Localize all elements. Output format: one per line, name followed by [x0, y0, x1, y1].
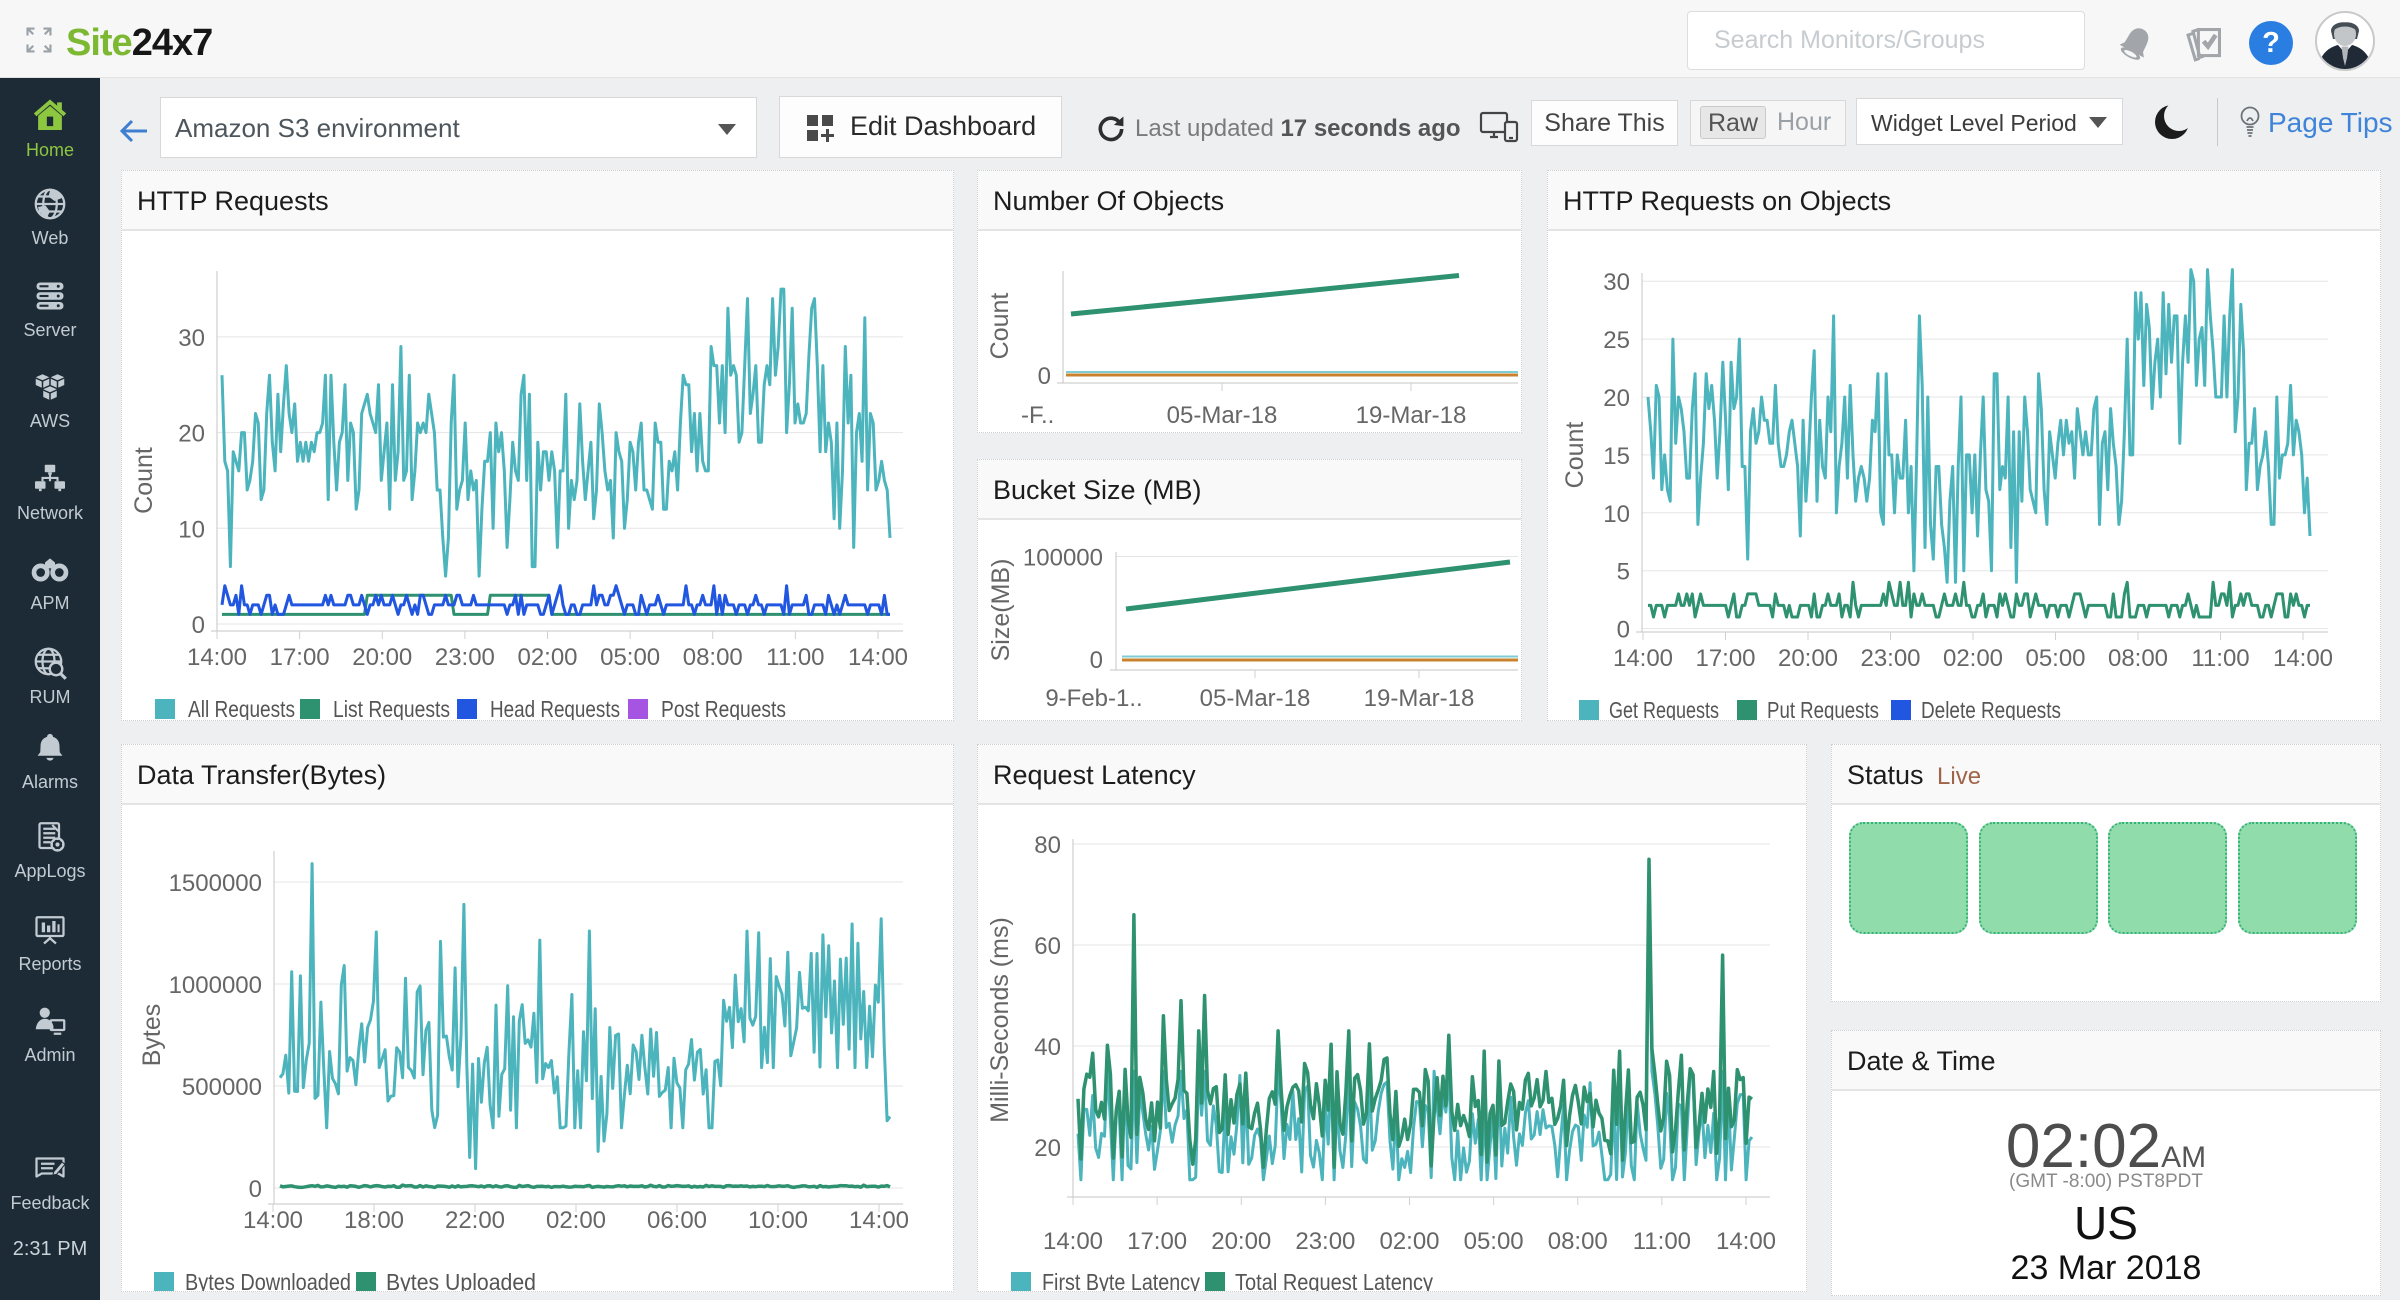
- svg-text:17:00: 17:00: [1695, 645, 1755, 672]
- svg-text:15: 15: [1603, 443, 1630, 470]
- svg-text:08:00: 08:00: [2108, 645, 2168, 672]
- svg-text:-F..: -F..: [1021, 402, 1054, 429]
- svg-text:20:00: 20:00: [1211, 1228, 1271, 1255]
- svg-text:Put Requests: Put Requests: [1767, 697, 1879, 720]
- svg-text:08:00: 08:00: [683, 644, 743, 671]
- svg-text:Size(MB): Size(MB): [987, 559, 1015, 662]
- svg-text:10: 10: [178, 516, 205, 543]
- svg-text:05-Mar-18: 05-Mar-18: [1167, 402, 1278, 429]
- svg-text:Post Requests: Post Requests: [661, 696, 786, 720]
- svg-text:14:00: 14:00: [849, 1207, 909, 1234]
- svg-text:9-Feb-1..: 9-Feb-1..: [1045, 685, 1142, 712]
- svg-text:05-Mar-18: 05-Mar-18: [1200, 685, 1311, 712]
- svg-text:20: 20: [178, 421, 205, 448]
- svg-text:14:00: 14:00: [1716, 1228, 1776, 1255]
- svg-text:20:00: 20:00: [1778, 645, 1838, 672]
- svg-text:08:00: 08:00: [1548, 1228, 1608, 1255]
- svg-text:23:00: 23:00: [1295, 1228, 1355, 1255]
- svg-text:23:00: 23:00: [1860, 645, 1920, 672]
- svg-text:05:00: 05:00: [1464, 1228, 1524, 1255]
- svg-text:10:00: 10:00: [748, 1207, 808, 1234]
- svg-text:14:00: 14:00: [1613, 645, 1673, 672]
- svg-text:14:00: 14:00: [848, 644, 908, 671]
- svg-text:02:00: 02:00: [546, 1207, 606, 1234]
- svg-text:40: 40: [1034, 1034, 1061, 1061]
- svg-text:11:00: 11:00: [766, 644, 824, 671]
- svg-text:30: 30: [178, 325, 205, 352]
- svg-text:02:00: 02:00: [517, 644, 577, 671]
- svg-text:60: 60: [1034, 933, 1061, 960]
- svg-text:17:00: 17:00: [270, 644, 330, 671]
- svg-text:02:00: 02:00: [1943, 645, 2003, 672]
- svg-text:Total Request Latency: Total Request Latency: [1235, 1269, 1433, 1291]
- svg-text:0: 0: [1617, 617, 1630, 644]
- svg-text:Bytes Uploaded: Bytes Uploaded: [386, 1269, 536, 1291]
- svg-text:18:00: 18:00: [344, 1207, 404, 1234]
- svg-text:Bytes: Bytes: [138, 1004, 166, 1067]
- svg-text:11:00: 11:00: [1633, 1228, 1691, 1255]
- svg-text:All Requests: All Requests: [188, 696, 295, 720]
- svg-text:Count: Count: [130, 447, 158, 514]
- svg-text:02:00: 02:00: [1379, 1228, 1439, 1255]
- svg-text:10: 10: [1603, 501, 1630, 528]
- svg-text:80: 80: [1034, 832, 1061, 859]
- svg-text:0: 0: [1090, 647, 1103, 674]
- svg-text:100000: 100000: [1023, 545, 1103, 572]
- svg-text:Count: Count: [986, 293, 1014, 360]
- svg-text:25: 25: [1603, 327, 1630, 354]
- svg-text:Get Requests: Get Requests: [1609, 697, 1719, 720]
- svg-text:500000: 500000: [182, 1074, 262, 1101]
- svg-text:05:00: 05:00: [2025, 645, 2085, 672]
- svg-text:1500000: 1500000: [169, 870, 262, 897]
- svg-text:06:00: 06:00: [647, 1207, 707, 1234]
- svg-text:List Requests: List Requests: [333, 696, 450, 720]
- svg-text:14:00: 14:00: [187, 644, 247, 671]
- svg-text:20:00: 20:00: [352, 644, 412, 671]
- svg-text:14:00: 14:00: [2273, 645, 2333, 672]
- svg-text:0: 0: [1038, 363, 1051, 390]
- svg-text:14:00: 14:00: [243, 1207, 303, 1234]
- svg-text:11:00: 11:00: [2191, 645, 2249, 672]
- svg-text:Milli-Seconds (ms): Milli-Seconds (ms): [986, 917, 1014, 1123]
- svg-text:05:00: 05:00: [600, 644, 660, 671]
- svg-text:22:00: 22:00: [445, 1207, 505, 1234]
- svg-text:0: 0: [192, 612, 205, 639]
- svg-text:1000000: 1000000: [169, 972, 262, 999]
- svg-text:Bytes Downloaded: Bytes Downloaded: [185, 1269, 351, 1291]
- svg-text:23:00: 23:00: [435, 644, 495, 671]
- svg-text:30: 30: [1603, 269, 1630, 296]
- svg-text:0: 0: [249, 1176, 262, 1203]
- svg-text:14:00: 14:00: [1043, 1228, 1103, 1255]
- svg-text:19-Mar-18: 19-Mar-18: [1356, 402, 1467, 429]
- svg-text:19-Mar-18: 19-Mar-18: [1364, 685, 1475, 712]
- svg-text:Delete Requests: Delete Requests: [1921, 697, 2061, 720]
- svg-text:20: 20: [1034, 1135, 1061, 1162]
- svg-text:First Byte Latency: First Byte Latency: [1042, 1269, 1200, 1291]
- svg-text:5: 5: [1617, 559, 1630, 586]
- svg-text:17:00: 17:00: [1127, 1228, 1187, 1255]
- svg-text:20: 20: [1603, 385, 1630, 412]
- svg-text:Head Requests: Head Requests: [490, 696, 620, 720]
- svg-text:Count: Count: [1561, 422, 1589, 489]
